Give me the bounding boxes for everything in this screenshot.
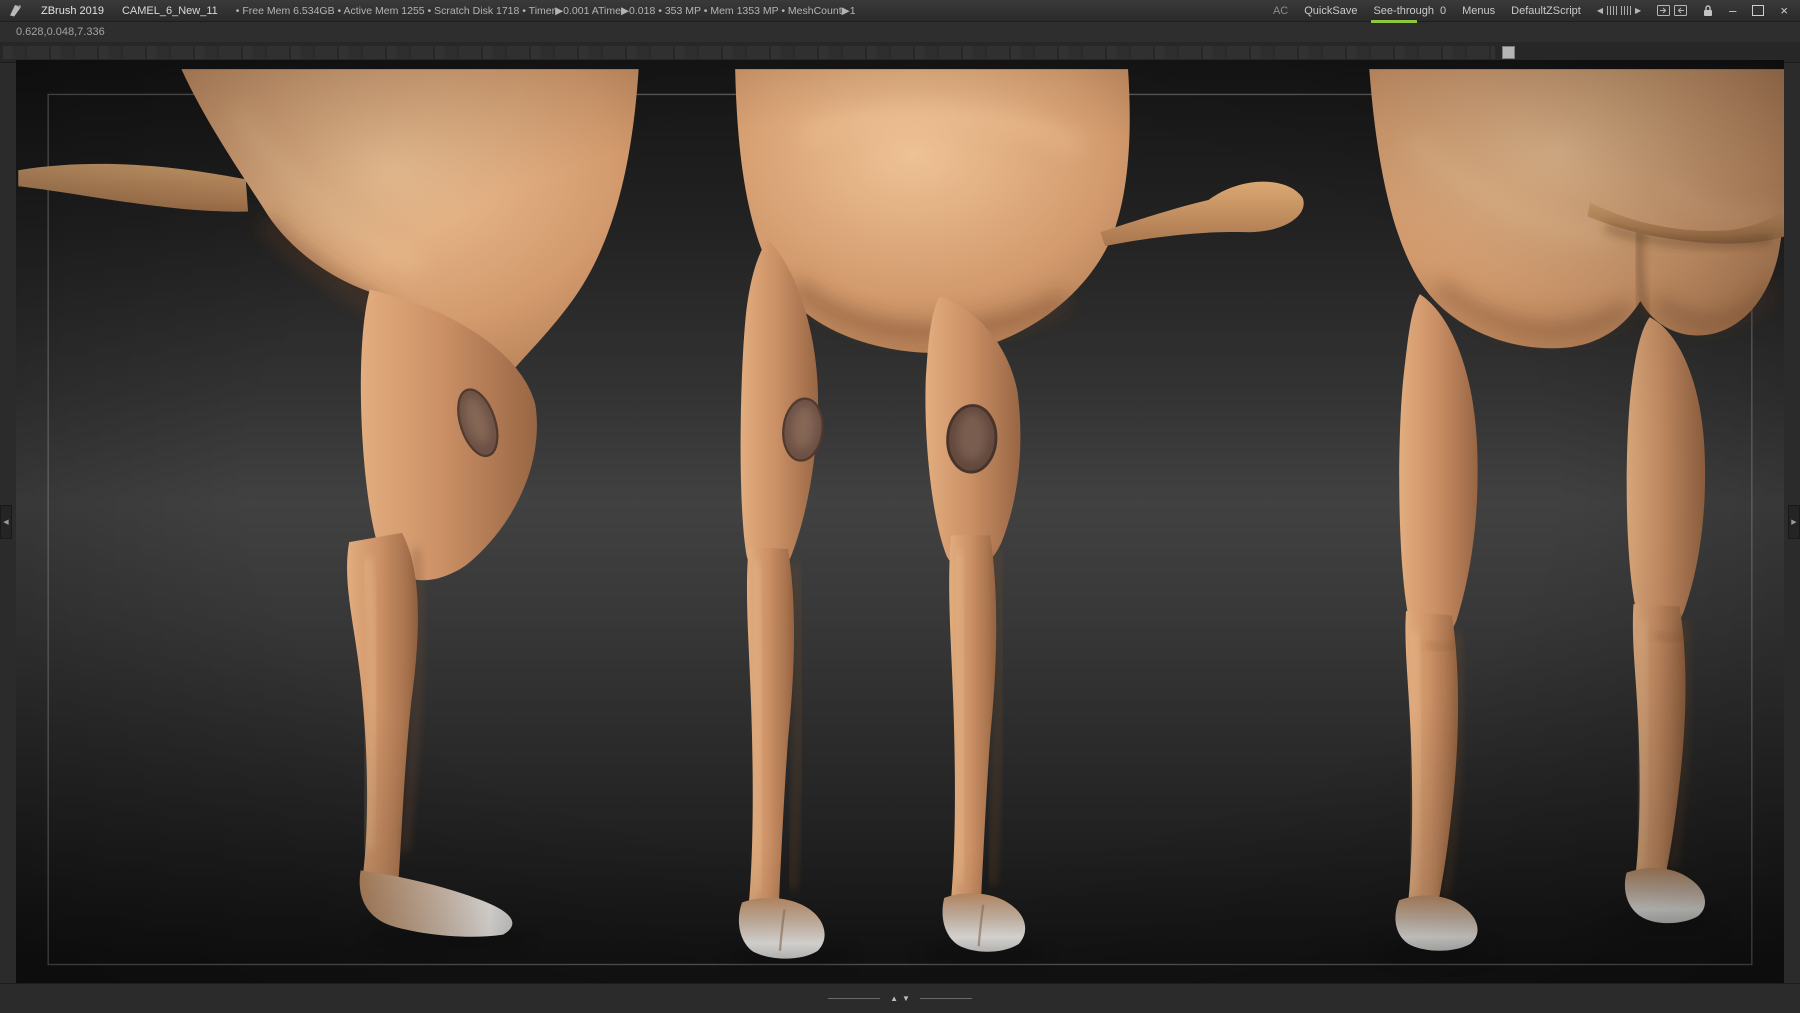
- ac-button[interactable]: AC: [1273, 5, 1288, 17]
- close-button[interactable]: ×: [1780, 4, 1788, 17]
- bottom-bar: ▲ ▼: [0, 983, 1800, 1013]
- quicksave-button[interactable]: QuickSave: [1304, 5, 1357, 17]
- menus-button[interactable]: Menus: [1462, 5, 1495, 17]
- titlebar: ZBrush 2019 CAMEL_6_New_11 • Free Mem 6.…: [0, 0, 1800, 23]
- bottom-tray-toggle[interactable]: ▲ ▼: [890, 994, 910, 1003]
- left-tray-handle[interactable]: ◀: [0, 505, 12, 539]
- divider-bars-icon: [1621, 6, 1632, 15]
- toolbar-slider-handle[interactable]: [1502, 46, 1515, 59]
- cursor-coordinates: 0.628,0.048,7.336: [16, 26, 105, 38]
- palette-dock-icon[interactable]: [1657, 5, 1671, 16]
- app-title: ZBrush 2019: [41, 4, 104, 17]
- scroll-down-icon[interactable]: ▼: [902, 994, 910, 1003]
- camel-view-back: [1369, 69, 1784, 951]
- titlebar-right-controls: AC QuickSave See-through 0 Menus Default…: [1273, 4, 1792, 23]
- camel-view-side: [18, 69, 639, 937]
- bottom-divider-line: [828, 998, 881, 999]
- floor-shadows: [367, 911, 1721, 968]
- see-through-slider[interactable]: See-through 0: [1371, 4, 1447, 23]
- see-through-label: See-through: [1373, 4, 1434, 17]
- scroll-up-icon[interactable]: ▲: [890, 994, 898, 1003]
- default-zscript-button[interactable]: DefaultZScript: [1511, 5, 1581, 17]
- scroll-right-icon[interactable]: ▶: [1635, 6, 1641, 15]
- right-tray-arrow-icon: ▶: [1791, 519, 1797, 526]
- divider-bars-icon: [1607, 6, 1618, 15]
- document-name: CAMEL_6_New_11: [121, 4, 218, 17]
- maximize-button[interactable]: [1752, 5, 1765, 16]
- camel-sculpt-render[interactable]: [16, 60, 1784, 984]
- scroll-left-icon[interactable]: ◀: [1597, 6, 1603, 15]
- left-tray-arrow-icon: ◀: [3, 519, 9, 526]
- see-through-value: 0: [1440, 4, 1447, 17]
- bottom-divider-line: [919, 998, 972, 999]
- zbrush-logo-icon: [10, 5, 21, 17]
- minimize-button[interactable]: –: [1729, 4, 1736, 17]
- viewport-canvas[interactable]: [16, 60, 1784, 984]
- lock-icon[interactable]: [1703, 4, 1713, 17]
- right-tray-handle[interactable]: ▶: [1788, 505, 1800, 539]
- info-bar: 0.628,0.048,7.336: [0, 22, 1800, 43]
- memory-stats: • Free Mem 6.534GB • Active Mem 1255 • S…: [235, 4, 856, 17]
- minimized-tray-strip[interactable]: [3, 46, 1495, 59]
- palette-undock-icon[interactable]: [1674, 5, 1688, 16]
- camel-view-front: [735, 69, 1304, 959]
